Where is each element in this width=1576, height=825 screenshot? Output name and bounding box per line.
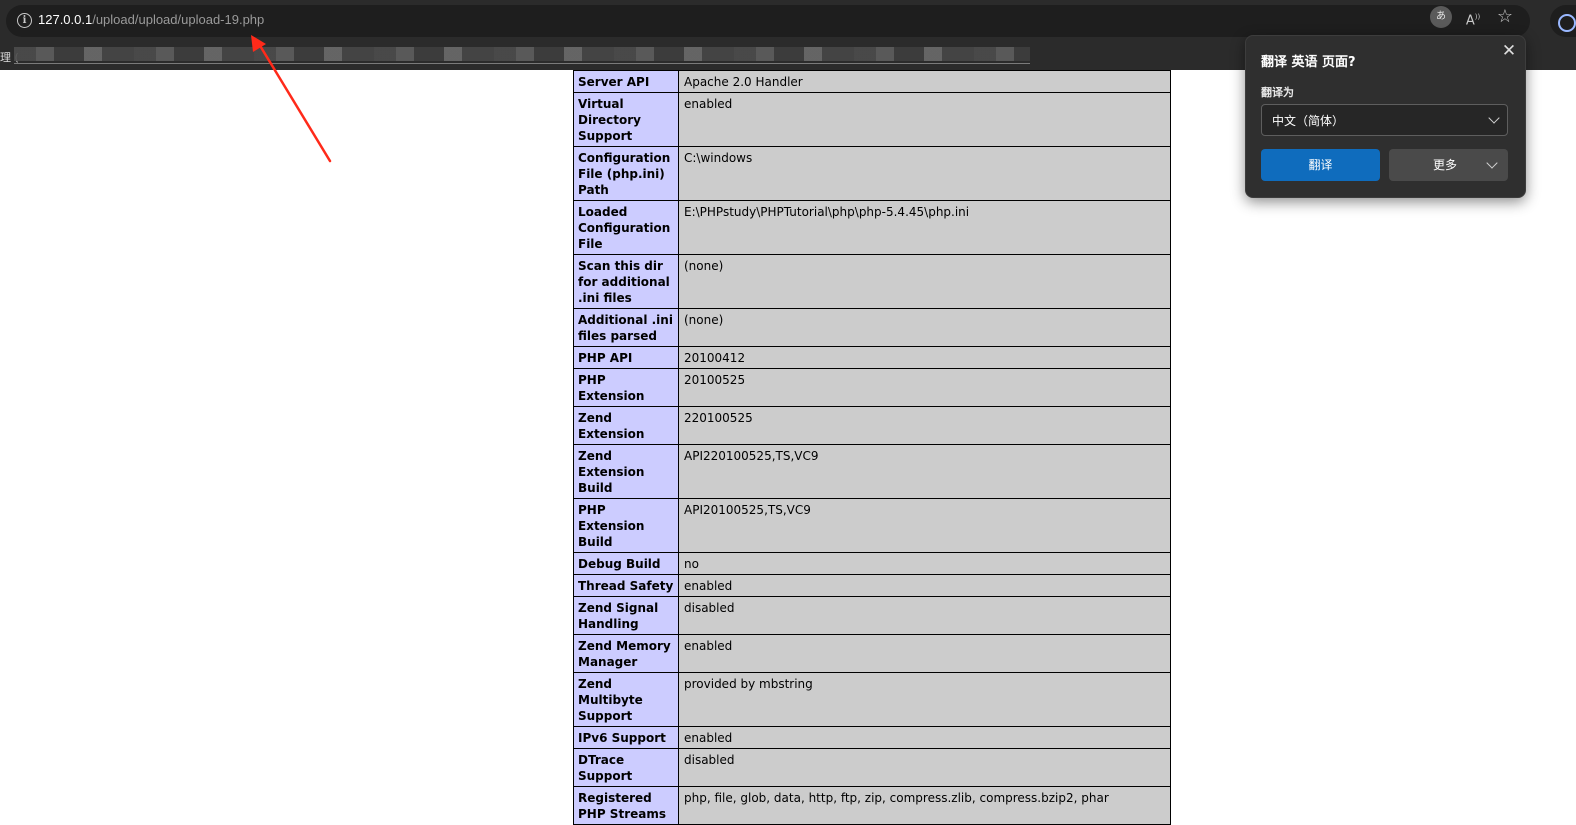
close-icon[interactable]: ✕	[1499, 41, 1519, 61]
table-row: Registered PHP Streams php, file, glob, d…	[573, 786, 1171, 825]
table-row: DTrace Support disabled	[573, 748, 1171, 787]
translate-to-label: 翻译为	[1261, 86, 1294, 99]
config-key: Registered PHP Streams	[573, 786, 679, 825]
translate-popup: 翻译 英语 页面? ✕ 翻译为 中文（简体） 翻译 更多	[1245, 35, 1526, 198]
target-language-value: 中文（简体）	[1272, 114, 1345, 128]
config-key: DTrace Support	[573, 748, 679, 787]
popup-title: 翻译 英语 页面?	[1261, 55, 1356, 70]
more-button[interactable]: 更多	[1389, 149, 1508, 181]
config-value: disabled	[678, 748, 1171, 787]
target-language-select[interactable]: 中文（简体）	[1261, 104, 1508, 136]
chevron-down-icon	[1488, 112, 1500, 124]
more-button-label: 更多	[1432, 158, 1457, 172]
config-value: php, file, glob, data, http, ftp, zip, c…	[678, 786, 1171, 825]
translate-button[interactable]: 翻译	[1261, 149, 1380, 181]
